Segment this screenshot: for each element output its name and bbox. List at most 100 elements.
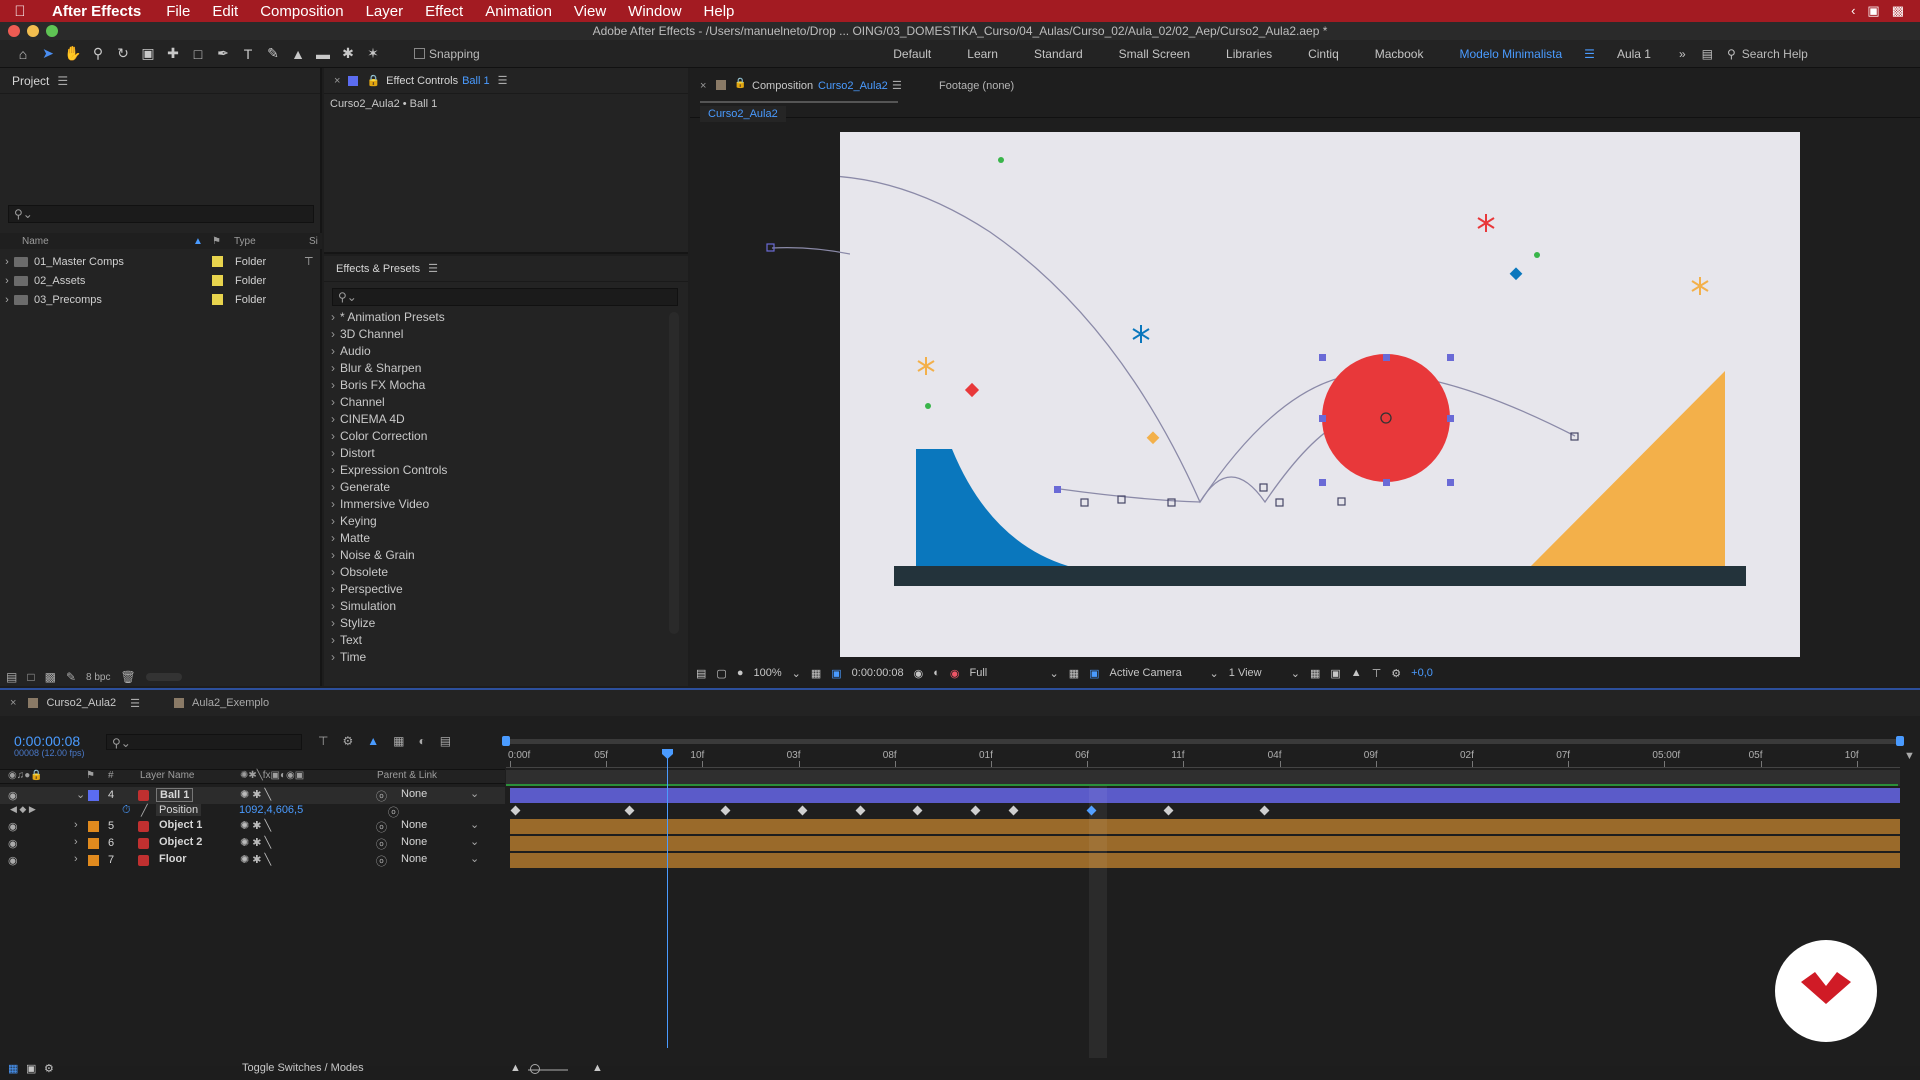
frame-blending-icon[interactable]: ▦: [393, 734, 404, 748]
expand-chevron-icon[interactable]: ›: [331, 650, 335, 664]
chevron-down-icon[interactable]: ⌄: [1050, 667, 1059, 680]
more-workspaces-icon[interactable]: »: [1669, 47, 1696, 61]
expand-chevron-icon[interactable]: ›: [331, 327, 335, 341]
label-color-swatch[interactable]: [88, 821, 99, 832]
show-snapshot-icon[interactable]: ◐: [933, 667, 940, 679]
motion-blur-icon[interactable]: ◐: [418, 734, 425, 748]
app-menu[interactable]: After Effects: [40, 3, 155, 20]
yellow-triangle-shape[interactable]: [1531, 371, 1725, 566]
layer-name[interactable]: Object 2: [156, 836, 205, 848]
pick-whip-icon[interactable]: ⓞ: [376, 819, 387, 835]
layer-switch-icons[interactable]: ✺ ✱ ╲: [240, 853, 271, 866]
position-keyframe[interactable]: [720, 805, 731, 816]
av-features-icon[interactable]: ◉♫●🔒: [8, 770, 43, 781]
work-area-end-handle[interactable]: [1896, 736, 1904, 746]
ball-shape[interactable]: [1322, 354, 1450, 482]
layer-duration-bar[interactable]: [510, 836, 1900, 851]
3d-view-icon[interactable]: ▣: [1330, 667, 1340, 680]
effect-category[interactable]: › CINEMA 4D: [331, 411, 405, 428]
search-help-field[interactable]: ⚲ Search Help: [1727, 44, 1912, 64]
transparency-grid-icon[interactable]: ▣: [831, 667, 841, 680]
position-keyframe[interactable]: [510, 805, 521, 816]
effect-category[interactable]: › Text: [331, 632, 362, 649]
expand-chevron-icon[interactable]: ›: [331, 429, 335, 443]
timeline-tab-curso2-aula2[interactable]: Curso2_Aula2: [46, 697, 116, 709]
effect-category[interactable]: › Matte: [331, 530, 370, 547]
floor-shape[interactable]: [894, 566, 1746, 586]
new-composition-icon[interactable]: ▩: [45, 670, 56, 684]
magnification-select[interactable]: 100%: [753, 667, 781, 679]
reset-exposure-icon[interactable]: ⚙: [1391, 667, 1401, 680]
chevron-down-icon[interactable]: ⌄: [470, 835, 479, 848]
keyframe-navigator-icon[interactable]: ◀ ◆ ▶: [10, 804, 36, 815]
column-layer-name[interactable]: Layer Name: [140, 770, 194, 781]
expand-chevron-icon[interactable]: ›: [0, 294, 14, 306]
menu-animation[interactable]: Animation: [474, 3, 563, 20]
graph-editor-icon[interactable]: ▤: [440, 734, 451, 748]
effect-category[interactable]: › Noise & Grain: [331, 547, 415, 564]
expand-layer-switches-icon[interactable]: ▦: [8, 1062, 18, 1075]
layer-switch-icons[interactable]: ✺ ✱ ╲: [240, 836, 271, 849]
grid-icon[interactable]: ▦: [1310, 667, 1320, 680]
menu-help[interactable]: Help: [693, 3, 746, 20]
snapping-toggle[interactable]: Snapping: [414, 47, 480, 61]
blue-ramp-shape[interactable]: [916, 449, 1068, 566]
layer-duration-bar[interactable]: [510, 853, 1900, 868]
menu-edit[interactable]: Edit: [201, 3, 249, 20]
panel-menu-icon[interactable]: ☰: [57, 74, 68, 88]
puppet-tool-icon[interactable]: ✶: [362, 43, 384, 65]
label-color-swatch[interactable]: [212, 256, 223, 267]
effect-category[interactable]: › Expression Controls: [331, 462, 447, 479]
close-window-icon[interactable]: [8, 25, 20, 37]
minimize-window-icon[interactable]: [27, 25, 39, 37]
effect-category[interactable]: › Generate: [331, 479, 390, 496]
effect-category[interactable]: › Perspective: [331, 581, 403, 598]
shy-layers-icon[interactable]: ▲: [367, 734, 379, 748]
expand-chevron-icon[interactable]: ›: [0, 275, 14, 287]
parent-select[interactable]: None: [401, 836, 427, 848]
position-keyframe[interactable]: [855, 805, 866, 816]
exposure-value[interactable]: +0,0: [1411, 667, 1433, 679]
expand-chevron-icon[interactable]: ›: [331, 344, 335, 358]
clone-stamp-tool-icon[interactable]: ▲: [287, 43, 309, 65]
workspace-cintiq[interactable]: Cintiq: [1290, 47, 1357, 61]
effects-search-input[interactable]: ⚲⌄: [332, 288, 678, 306]
workspace-modelo-minimalista[interactable]: Modelo Minimalista: [1441, 47, 1580, 61]
visibility-eye-icon[interactable]: ◉: [8, 854, 18, 867]
timeline-tab-aula2-exemplo[interactable]: Aula2_Exemplo: [192, 697, 269, 709]
composition-mini-flowchart-icon[interactable]: ⊤: [318, 734, 328, 748]
zoom-out-icon[interactable]: ▲: [510, 1062, 521, 1074]
expand-chevron-icon[interactable]: ›: [331, 395, 335, 409]
twirl-chevron-icon[interactable]: ›: [74, 853, 78, 865]
apple-icon[interactable]: : [0, 3, 40, 20]
expand-chevron-icon[interactable]: ›: [331, 361, 335, 375]
position-keyframe[interactable]: [1259, 805, 1270, 816]
expand-chevron-icon[interactable]: ›: [331, 480, 335, 494]
effects-scrollbar[interactable]: [669, 312, 679, 634]
panel-menu-icon[interactable]: ☰: [130, 697, 140, 710]
position-keyframe[interactable]: [970, 805, 981, 816]
menu-effect[interactable]: Effect: [414, 3, 474, 20]
effect-category[interactable]: › Distort: [331, 445, 375, 462]
interpret-footage-icon[interactable]: ▤: [6, 670, 17, 684]
layer-switch-icons[interactable]: ✺ ✱ ╲: [240, 788, 271, 801]
pick-whip-icon[interactable]: ⓞ: [376, 788, 387, 804]
draft-3d-icon[interactable]: ⚙: [342, 734, 353, 748]
position-keyframe[interactable]: [797, 805, 808, 816]
pick-whip-icon[interactable]: ⓞ: [376, 836, 387, 852]
brush-tool-icon[interactable]: ✎: [262, 43, 284, 65]
hand-tool-icon[interactable]: ✋: [62, 43, 84, 65]
workspace-panel-icon[interactable]: ▤: [1696, 47, 1719, 61]
chevron-down-icon[interactable]: ⌄: [470, 787, 479, 800]
composition-viewer[interactable]: [767, 132, 1800, 657]
close-panel-icon[interactable]: ×: [700, 80, 706, 92]
roto-brush-tool-icon[interactable]: ✱: [337, 43, 359, 65]
expand-chevron-icon[interactable]: ›: [331, 599, 335, 613]
zoom-in-icon[interactable]: ▲: [592, 1062, 603, 1074]
expand-chevron-icon[interactable]: ›: [331, 310, 335, 324]
effect-category[interactable]: › Boris FX Mocha: [331, 377, 425, 394]
project-settings-icon[interactable]: ✎: [66, 670, 76, 684]
panel-menu-icon[interactable]: ☰: [892, 79, 902, 92]
expand-chevron-icon[interactable]: ›: [331, 378, 335, 392]
layer-switch-icons[interactable]: ✺ ✱ ╲: [240, 819, 271, 832]
